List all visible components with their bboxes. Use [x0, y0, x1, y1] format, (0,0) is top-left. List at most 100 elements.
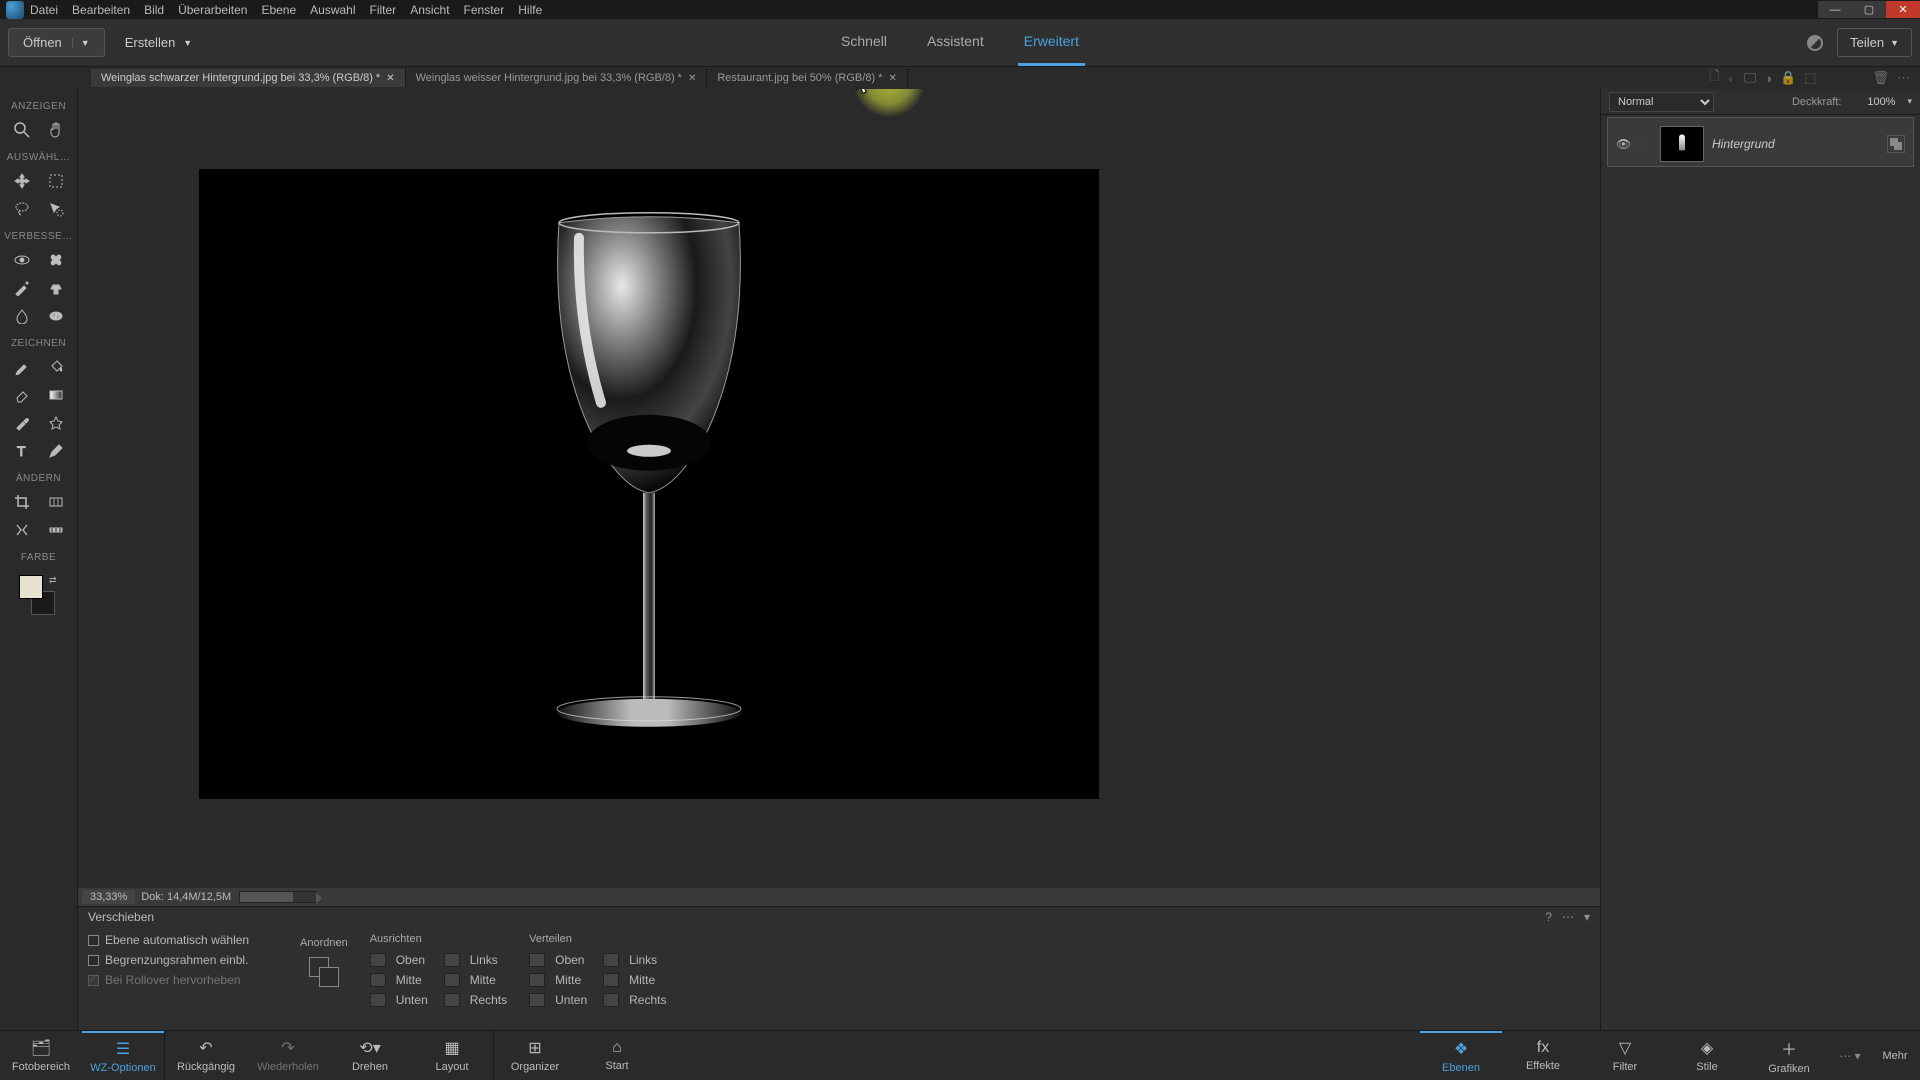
recompose-tool-icon[interactable]: [44, 490, 68, 514]
document-tab-2[interactable]: Weinglas weisser Hintergrund.jpg bei 33,…: [406, 69, 708, 87]
align-left-icon[interactable]: [444, 953, 460, 967]
spot-heal-tool-icon[interactable]: [44, 248, 68, 272]
menu-ansicht[interactable]: Ansicht: [410, 3, 449, 17]
align-right-icon[interactable]: [444, 993, 460, 1007]
distribute-left-icon[interactable]: [603, 953, 619, 967]
new-icon[interactable]: 🗋: [1709, 67, 1719, 89]
effects-icon[interactable]: ⬚: [1804, 70, 1816, 86]
text-tool-icon[interactable]: T: [10, 439, 34, 463]
more-label-button[interactable]: Mehr: [1870, 1031, 1920, 1080]
layer-lock-icon[interactable]: [1887, 135, 1905, 153]
canvas-view[interactable]: [78, 89, 1600, 888]
menu-bearbeiten[interactable]: Bearbeiten: [72, 3, 130, 17]
photobin-button[interactable]: 🗂Fotobereich: [0, 1031, 82, 1080]
mode-quick[interactable]: Schnell: [835, 19, 893, 66]
pencil-tool-icon[interactable]: [44, 439, 68, 463]
link-icon[interactable]: 🖵: [1744, 70, 1757, 86]
distribute-right-icon[interactable]: [603, 993, 619, 1007]
collapse-icon[interactable]: ▾: [1584, 910, 1590, 924]
lock-icon[interactable]: 🔒: [1780, 70, 1796, 86]
move-tool-icon[interactable]: [10, 169, 34, 193]
menu-hilfe[interactable]: Hilfe: [518, 3, 542, 17]
close-icon[interactable]: ✕: [888, 73, 896, 84]
paint-bucket-tool-icon[interactable]: [44, 355, 68, 379]
menu-bild[interactable]: Bild: [144, 3, 164, 17]
menu-icon[interactable]: ⋯: [1897, 70, 1910, 86]
zoom-tool-icon[interactable]: [10, 118, 34, 142]
distribute-middle-icon[interactable]: [529, 973, 545, 987]
marquee-tool-icon[interactable]: [44, 169, 68, 193]
align-top-icon[interactable]: [370, 953, 386, 967]
straighten-tool-icon[interactable]: [44, 518, 68, 542]
menu-ebene[interactable]: Ebene: [261, 3, 296, 17]
document-canvas[interactable]: [199, 169, 1099, 799]
chevron-down-icon[interactable]: ▾: [1907, 96, 1912, 107]
more-icon[interactable]: ⋯: [1562, 910, 1574, 924]
brush-tool-icon[interactable]: [10, 355, 34, 379]
mask-icon[interactable]: ◐: [1728, 71, 1736, 86]
layer-row[interactable]: 👁 ⬚ Hintergrund: [1608, 122, 1913, 166]
menu-ueberarbeiten[interactable]: Überarbeiten: [178, 3, 247, 17]
align-center-icon[interactable]: [444, 973, 460, 987]
zoom-level[interactable]: 33,33%: [82, 890, 135, 904]
close-icon[interactable]: ✕: [688, 73, 696, 84]
blur-tool-icon[interactable]: [10, 304, 34, 328]
layer-thumbnail[interactable]: [1660, 126, 1704, 162]
arrange-icon[interactable]: [309, 957, 339, 987]
document-tab-1[interactable]: Weinglas schwarzer Hintergrund.jpg bei 3…: [91, 69, 406, 87]
mode-expert[interactable]: Erweitert: [1018, 19, 1085, 66]
chevron-down-icon[interactable]: ▼: [72, 38, 90, 48]
distribute-top-icon[interactable]: [529, 953, 545, 967]
document-tab-3[interactable]: Restaurant.jpg bei 50% (RGB/8) * ✕: [707, 69, 907, 87]
content-aware-tool-icon[interactable]: [10, 518, 34, 542]
organizer-button[interactable]: ⊞Organizer: [494, 1031, 576, 1080]
lasso-tool-icon[interactable]: [10, 197, 34, 221]
align-bottom-icon[interactable]: [370, 993, 386, 1007]
close-icon[interactable]: ✕: [386, 73, 394, 84]
layer-chain-icon[interactable]: ⬚: [1638, 137, 1652, 151]
blend-mode-select[interactable]: Normal: [1609, 92, 1714, 112]
gradient-tool-icon[interactable]: [44, 383, 68, 407]
layer-name[interactable]: Hintergrund: [1712, 137, 1879, 151]
effects-button[interactable]: fxEffekte: [1502, 1031, 1584, 1080]
home-button[interactable]: ⌂Start: [576, 1031, 658, 1080]
undo-button[interactable]: ↶Rückgängig: [165, 1031, 247, 1080]
styles-button[interactable]: ◈Stile: [1666, 1031, 1748, 1080]
align-middle-icon[interactable]: [370, 973, 386, 987]
menu-datei[interactable]: Datei: [30, 3, 58, 17]
menu-fenster[interactable]: Fenster: [464, 3, 505, 17]
scratch-status[interactable]: [239, 891, 317, 903]
sponge-tool-icon[interactable]: [44, 304, 68, 328]
distribute-bottom-icon[interactable]: [529, 993, 545, 1007]
menu-filter[interactable]: Filter: [370, 3, 397, 17]
swap-colors-icon[interactable]: ⇄: [49, 575, 57, 586]
crop-tool-icon[interactable]: [10, 490, 34, 514]
hand-tool-icon[interactable]: [44, 118, 68, 142]
foreground-color[interactable]: [19, 575, 43, 599]
more-button[interactable]: ⋯ ▾: [1830, 1031, 1870, 1080]
menu-auswahl[interactable]: Auswahl: [310, 3, 355, 17]
redeye-tool-icon[interactable]: [10, 248, 34, 272]
shape-tool-icon[interactable]: [44, 411, 68, 435]
adjustment-icon[interactable]: ◑: [1764, 71, 1772, 86]
create-button[interactable]: Erstellen ▼: [125, 35, 193, 50]
opacity-value[interactable]: 100%: [1855, 96, 1895, 108]
maximize-button[interactable]: ▢: [1852, 1, 1886, 18]
layer-visibility-icon[interactable]: 👁: [1616, 137, 1630, 151]
bounding-box-checkbox[interactable]: Begrenzungsrahmen einbl.: [88, 953, 278, 967]
filter-button[interactable]: ▽Filter: [1584, 1031, 1666, 1080]
rotate-button[interactable]: ⟲▾Drehen: [329, 1031, 411, 1080]
color-swatch[interactable]: ⇄: [19, 575, 59, 615]
layers-button[interactable]: ❖Ebenen: [1420, 1031, 1502, 1080]
close-button[interactable]: ✕: [1886, 1, 1920, 18]
graphics-button[interactable]: ＋Grafiken: [1748, 1031, 1830, 1080]
minimize-button[interactable]: —: [1818, 1, 1852, 18]
smart-brush-tool-icon[interactable]: [10, 276, 34, 300]
open-button[interactable]: Öffnen ▼: [8, 28, 105, 57]
theme-toggle-icon[interactable]: [1807, 35, 1823, 51]
redo-button[interactable]: ↷Wiederholen: [247, 1031, 329, 1080]
eyedropper-tool-icon[interactable]: [10, 411, 34, 435]
trash-icon[interactable]: 🗑: [1872, 70, 1889, 86]
share-button[interactable]: Teilen ▼: [1837, 28, 1912, 57]
distribute-center-icon[interactable]: [603, 973, 619, 987]
